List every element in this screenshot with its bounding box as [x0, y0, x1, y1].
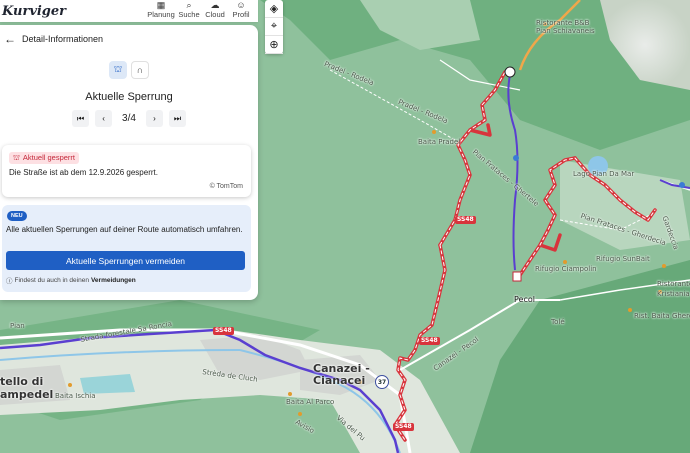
poi-label: Baita Al Parco	[286, 398, 335, 406]
section-title: Aktuelle Sperrung	[85, 91, 173, 103]
barrier-icon: ⛫	[113, 64, 123, 74]
road-shield: SS48	[213, 327, 234, 335]
crosshair-icon[interactable]: ⊕	[265, 36, 283, 54]
place-label: Pian	[10, 322, 25, 330]
poi-label: Rifugio SunBait	[596, 255, 650, 263]
map-icon: ▦	[156, 0, 166, 10]
nav-label: Suche	[178, 10, 200, 19]
back-arrow-icon[interactable]: ←	[4, 32, 16, 46]
poi-label: Rist. Baita Gherdeccia	[634, 312, 690, 320]
poi-label: Rifugio Ciampolin	[535, 265, 597, 273]
panel-header: ← Detail-Informationen	[0, 25, 258, 53]
road-shield: SS48	[393, 423, 414, 431]
town-label: Cianacei	[313, 374, 366, 387]
data-source: © TomTom	[209, 183, 243, 190]
closure-description: Die Straße ist ab dem 12.9.2026 gesperrt…	[9, 168, 158, 177]
poi-label: Pian Schiavaneis	[536, 27, 595, 35]
nav-label: Planung	[147, 10, 175, 19]
page-count: 3/4	[122, 113, 136, 124]
town-label: tello di	[0, 375, 44, 388]
tunnel-toggle[interactable]: ∩	[131, 61, 149, 79]
nav-suche[interactable]: ⌕ Suche	[176, 0, 202, 20]
new-badge: NEU	[7, 211, 27, 221]
map-controls: ◈ ⌖ ⊕	[265, 0, 283, 54]
nav-profil[interactable]: ☺ Profil	[228, 0, 254, 20]
place-label: Tolé	[551, 318, 565, 326]
nav-label: Cloud	[205, 10, 225, 19]
main-nav: ▦ Planung ⌕ Suche ☁ Cloud ☺ Profil	[146, 0, 254, 20]
cloud-icon: ☁	[210, 0, 220, 10]
avoid-closures-button[interactable]: Aktuelle Sperrungen vermeiden	[6, 251, 245, 270]
prev-page-button[interactable]: ‹	[95, 110, 113, 127]
hint-text: ⓘ Findest du auch in deinen Vermeidungen	[6, 275, 136, 286]
poi-label: Baita Ischia	[55, 392, 96, 400]
road-shield: SS48	[455, 216, 476, 224]
nav-planung[interactable]: ▦ Planung	[146, 0, 176, 20]
place-label: Pecol	[514, 295, 535, 304]
route-shield: 37	[375, 375, 389, 389]
detail-panel: ← Detail-Informationen ⛫ ∩ Aktuelle Sper…	[0, 25, 258, 300]
panel-title: Detail-Informationen	[22, 34, 104, 44]
layers-icon[interactable]: ◈	[265, 0, 283, 18]
search-icon: ⌕	[186, 0, 192, 10]
closure-card: ⛫ Aktuell gesperrt Die Straße ist ab dem…	[2, 145, 251, 197]
app-logo[interactable]: Kurviger	[2, 4, 66, 19]
poi-label: Ristorante	[657, 280, 690, 288]
nav-cloud[interactable]: ☁ Cloud	[202, 0, 228, 20]
profile-icon: ☺	[236, 0, 246, 10]
top-bar: Kurviger ▦ Planung ⌕ Suche ☁ Cloud ☺ Pro…	[0, 0, 258, 22]
barrier-icon: ⛫	[13, 153, 20, 162]
avoidances-link[interactable]: Vermeidungen	[91, 277, 136, 284]
nav-label: Profil	[232, 10, 250, 19]
road-shield: SS48	[419, 337, 440, 345]
status-badge-label: Aktuell gesperrt	[22, 153, 76, 162]
lake-label: Lago Pian Da Mar	[573, 170, 635, 178]
last-page-button[interactable]: ⏭	[168, 110, 186, 127]
info-text: Alle aktuellen Sperrungen auf deiner Rou…	[6, 225, 243, 234]
type-toggle-group: ⛫ ∩	[0, 61, 258, 79]
poi-label: Baita Pradel	[418, 138, 461, 146]
hint-prefix: Findest du auch in deinen	[14, 276, 89, 284]
closure-toggle[interactable]: ⛫	[109, 61, 127, 79]
tunnel-icon: ∩	[136, 65, 144, 75]
next-page-button[interactable]: ›	[145, 110, 163, 127]
avoid-info-card: NEU Alle aktuellen Sperrungen auf deiner…	[2, 205, 251, 292]
location-icon[interactable]: ⌖	[265, 18, 283, 36]
first-page-button[interactable]: ⏮	[72, 110, 90, 127]
info-icon: ⓘ	[6, 278, 13, 285]
status-badge: ⛫ Aktuell gesperrt	[9, 152, 80, 164]
poi-label: Ristorante B&B	[536, 19, 590, 27]
pager: ⏮ ‹ 3/4 › ⏭	[0, 110, 258, 127]
town-label: ampedel	[0, 388, 54, 401]
poi-label: Kristiania	[657, 290, 690, 298]
